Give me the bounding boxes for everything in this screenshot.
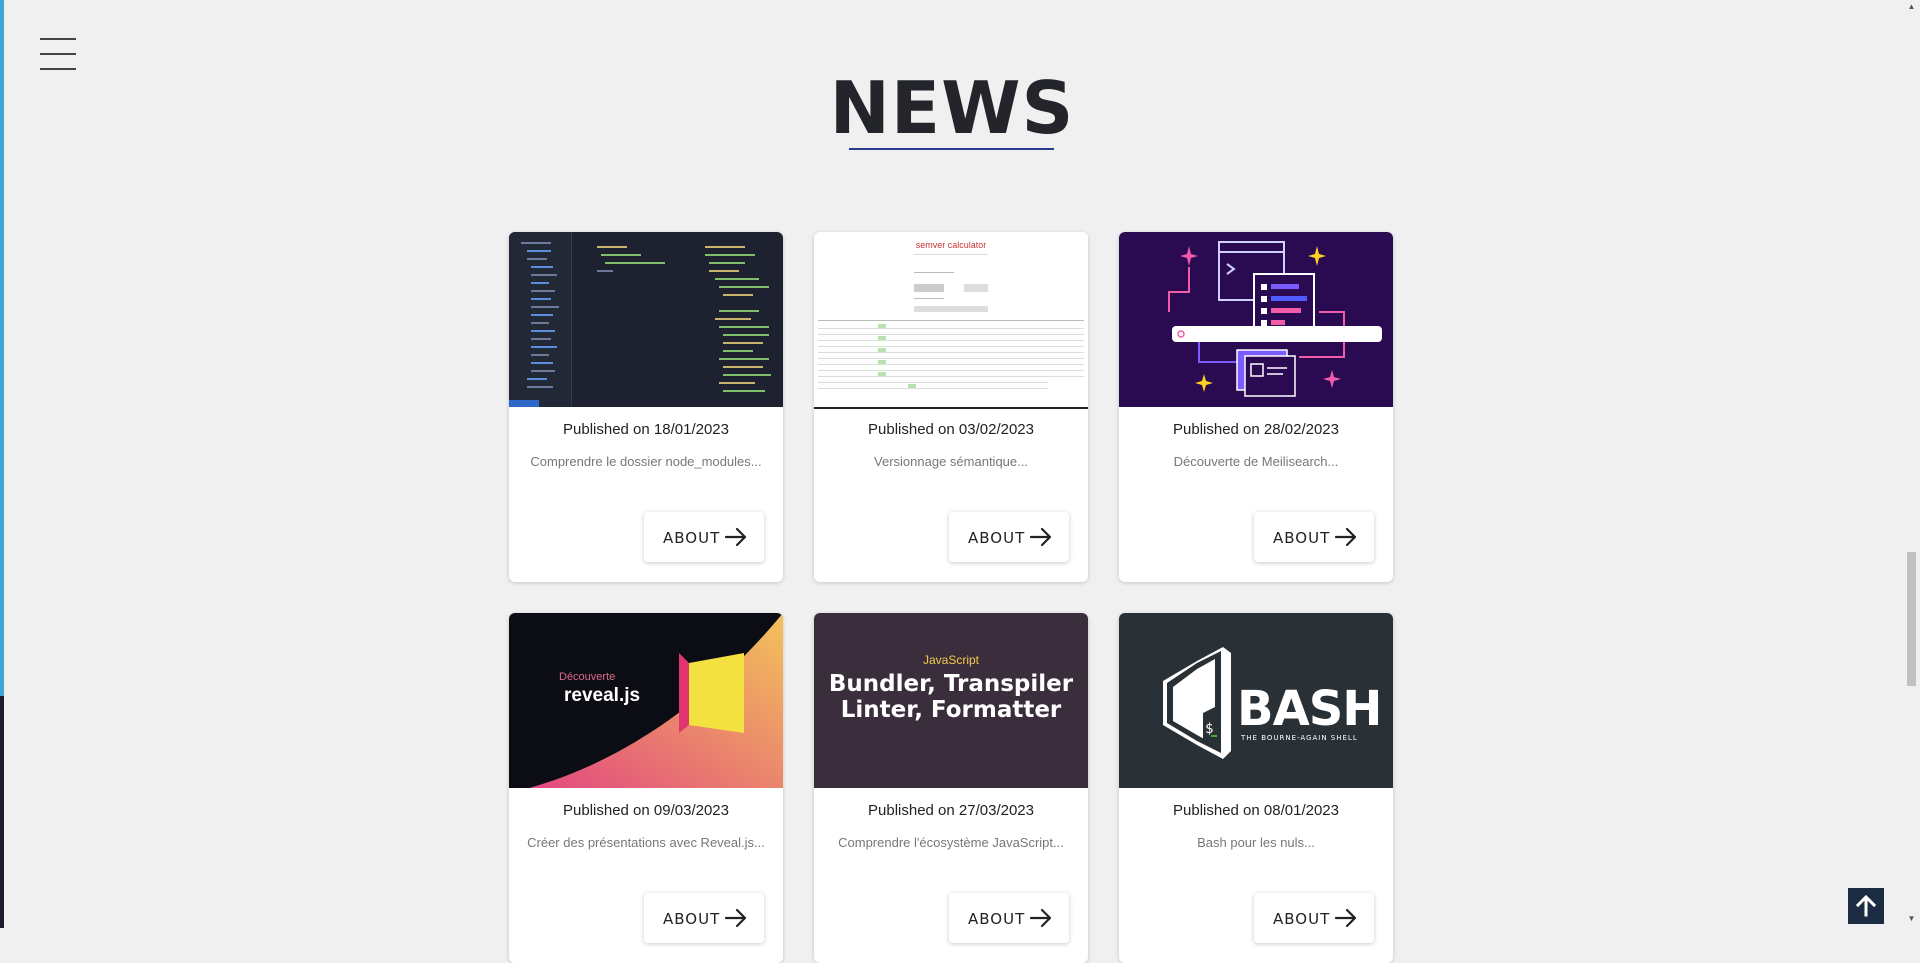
thumbnail-title: BASH	[1237, 681, 1382, 737]
published-date: Published on 03/02/2023	[868, 421, 1034, 438]
bash-logo-thumbnail[interactable]: $ BASH THE BOURNE-AGAIN SHELL	[1119, 613, 1393, 788]
code-editor-thumbnail[interactable]	[509, 232, 783, 407]
news-card: JavaScript Bundler, Transpiler Linter, F…	[814, 613, 1088, 963]
article-excerpt: Découverte de Meilisearch...	[1173, 454, 1339, 469]
page-title: NEWS	[829, 66, 1075, 150]
thumbnail-title: reveal.js	[564, 685, 641, 706]
about-button[interactable]: ABOUT	[644, 893, 764, 943]
arrow-right-icon	[1334, 527, 1357, 547]
javascript-tools-thumbnail[interactable]: JavaScript Bundler, Transpiler Linter, F…	[814, 613, 1088, 788]
article-excerpt: Créer des présentations avec Reveal.js..…	[527, 835, 765, 850]
title-underline	[849, 148, 1054, 150]
about-button-label: ABOUT	[968, 910, 1026, 928]
scrollbar-thumb[interactable]	[1907, 552, 1916, 686]
about-button-label: ABOUT	[1273, 910, 1331, 928]
arrow-right-icon	[724, 908, 747, 928]
arrow-right-icon	[1029, 527, 1052, 547]
article-excerpt: Comprendre l'écosystème JavaScript...	[838, 835, 1064, 850]
about-button-label: ABOUT	[663, 910, 721, 928]
arrow-right-icon	[1334, 908, 1357, 928]
thumbnail-title-line1: Bundler, Transpiler	[828, 671, 1074, 697]
news-card: $ BASH THE BOURNE-AGAIN SHELL Published …	[1119, 613, 1393, 963]
article-excerpt: Bash pour les nuls...	[1197, 835, 1315, 850]
about-button[interactable]: ABOUT	[1254, 512, 1374, 562]
published-date: Published on 08/01/2023	[1173, 802, 1339, 819]
published-date: Published on 09/03/2023	[563, 802, 729, 819]
news-card: Published on 28/02/2023 Découverte de Me…	[1119, 232, 1393, 582]
thumbnail-title: semver calculator	[915, 240, 987, 250]
article-excerpt: Versionnage sémantique...	[874, 454, 1028, 469]
about-button[interactable]: ABOUT	[644, 512, 764, 562]
arrow-right-icon	[1029, 908, 1052, 928]
published-date: Published on 27/03/2023	[868, 802, 1034, 819]
thumbnail-kicker: JavaScript	[922, 653, 980, 667]
semver-calculator-thumbnail[interactable]: semver calculator	[814, 232, 1088, 409]
thumbnail-title-line2: Linter, Formatter	[840, 697, 1062, 723]
published-date: Published on 18/01/2023	[563, 421, 729, 438]
published-date: Published on 28/02/2023	[1173, 421, 1339, 438]
search-illustration-thumbnail[interactable]	[1119, 232, 1393, 407]
svg-text:$: $	[1205, 721, 1213, 737]
left-dark-strip	[0, 696, 4, 928]
news-card: semver calculator Published on 03/02/202…	[814, 232, 1088, 582]
thumbnail-kicker: Découverte	[559, 671, 616, 683]
about-button[interactable]: ABOUT	[1254, 893, 1374, 943]
vertical-scrollbar[interactable]: ▲ ▼	[1903, 0, 1920, 928]
about-button[interactable]: ABOUT	[949, 512, 1069, 562]
revealjs-thumbnail[interactable]: Découverte reveal.js	[509, 613, 783, 788]
news-card: Découverte reveal.js Published on 09/03/…	[509, 613, 783, 963]
news-card: Published on 18/01/2023 Comprendre le do…	[509, 232, 783, 582]
about-button[interactable]: ABOUT	[949, 893, 1069, 943]
about-button-label: ABOUT	[968, 529, 1026, 547]
thumbnail-subtitle: THE BOURNE-AGAIN SHELL	[1241, 734, 1358, 742]
arrow-right-icon	[724, 527, 747, 547]
scroll-to-top-button[interactable]	[1848, 888, 1884, 924]
scroll-up-arrow-icon[interactable]: ▲	[1907, 2, 1916, 11]
search-illustration	[1168, 241, 1382, 397]
scroll-down-arrow-icon[interactable]: ▼	[1907, 914, 1916, 923]
arrow-up-icon	[1855, 894, 1877, 917]
about-button-label: ABOUT	[1273, 529, 1331, 547]
article-excerpt: Comprendre le dossier node_modules...	[530, 454, 762, 469]
about-button-label: ABOUT	[663, 529, 721, 547]
